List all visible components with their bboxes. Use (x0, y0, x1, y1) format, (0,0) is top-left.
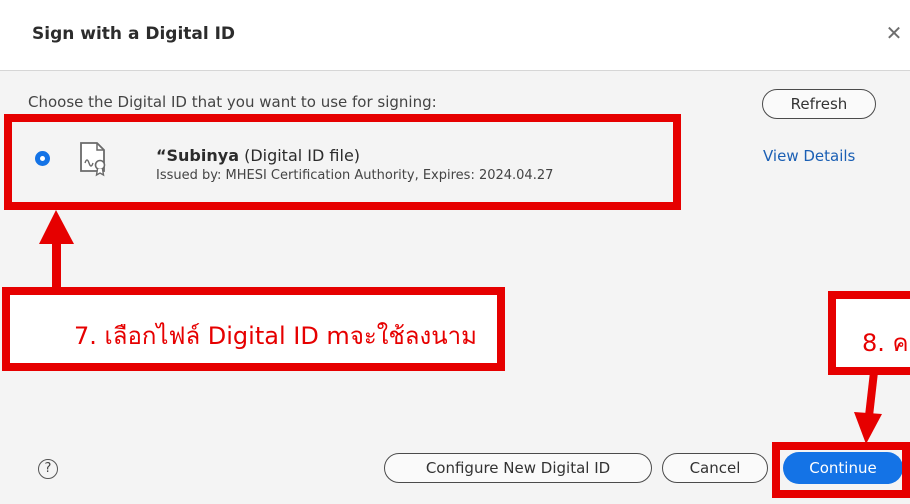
configure-new-id-button[interactable]: Configure New Digital ID (384, 453, 652, 483)
step7-label: 7. เลือกไฟล์ Digital ID mจะใช้ลงนาม (74, 322, 477, 350)
refresh-button[interactable]: Refresh (762, 89, 876, 119)
sign-digital-id-dialog: Sign with a Digital ID ✕ Choose the Digi… (0, 0, 910, 504)
cancel-button[interactable]: Cancel (662, 453, 768, 483)
step8-label: 8. คลิ (862, 329, 910, 357)
step7-arrow-head (39, 210, 74, 244)
dialog-header: Sign with a Digital ID ✕ (0, 0, 910, 71)
step7-arrow (52, 240, 61, 290)
help-icon[interactable]: ? (38, 459, 58, 479)
step8-arrow (854, 372, 882, 444)
digital-id-highlight-box (4, 114, 681, 210)
dialog-title: Sign with a Digital ID (32, 24, 236, 44)
choose-id-prompt: Choose the Digital ID that you want to u… (28, 93, 437, 111)
view-details-link[interactable]: View Details (763, 147, 855, 165)
close-icon[interactable]: ✕ (884, 22, 904, 44)
continue-highlight-box (772, 442, 910, 498)
